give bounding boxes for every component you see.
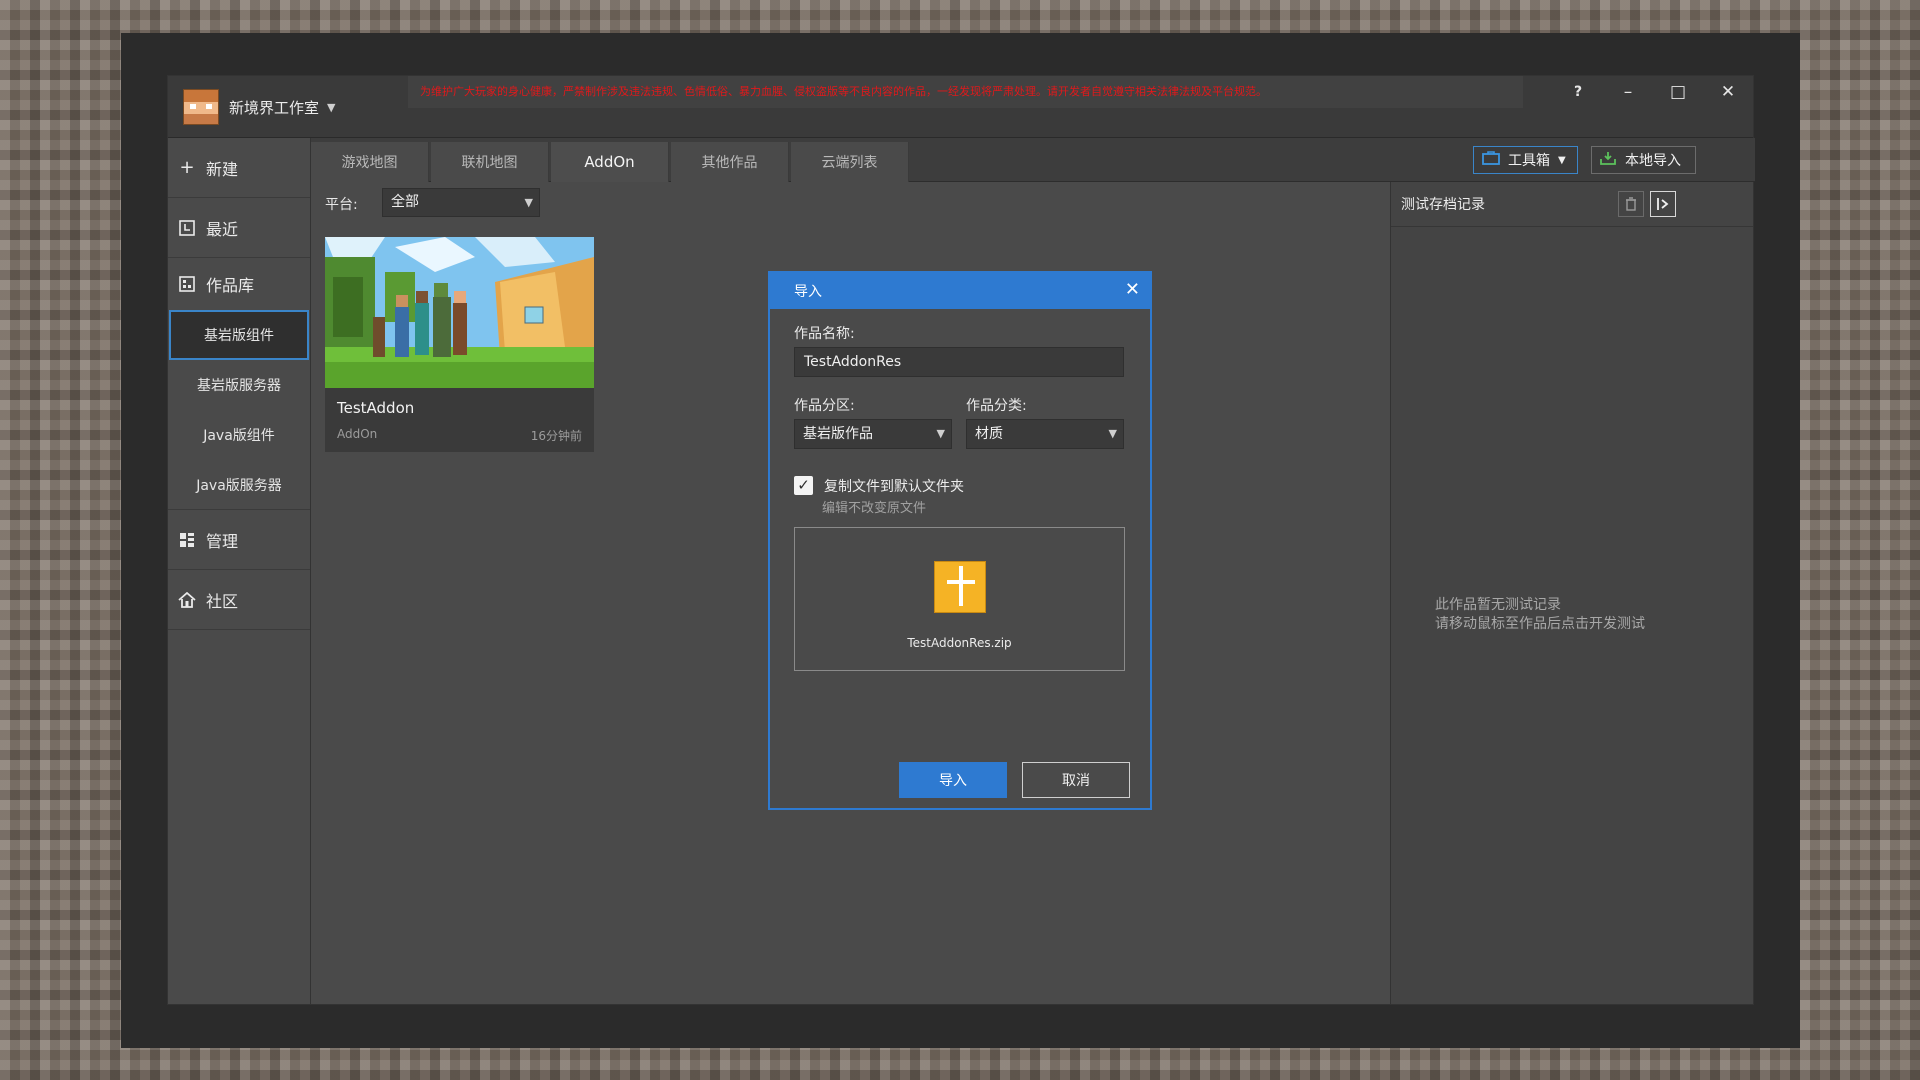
toolbox-button[interactable]: 工具箱 ▼ xyxy=(1473,146,1578,174)
plus-icon: + xyxy=(179,157,195,178)
studio-selector[interactable]: 新境界工作室 ▼ xyxy=(168,76,406,138)
chevron-down-icon: ▼ xyxy=(327,100,336,114)
sidebar-item-label: 最近 xyxy=(206,219,239,239)
dialog-title: 导入 xyxy=(794,284,822,300)
help-button[interactable]: ? xyxy=(1553,76,1603,108)
tab-game-maps[interactable]: 游戏地图 xyxy=(311,142,429,182)
download-icon xyxy=(1600,151,1616,169)
zip-file-icon xyxy=(934,561,986,613)
sidebar-item-label: 管理 xyxy=(206,531,239,551)
checkmark-icon: ✓ xyxy=(797,476,810,494)
chevron-down-icon: ▼ xyxy=(1558,154,1566,166)
chevron-down-icon: ▼ xyxy=(1108,427,1117,440)
tab-cloud-list[interactable]: 云端列表 xyxy=(791,142,909,182)
avatar xyxy=(183,89,219,125)
sidebar-item-new[interactable]: + 新建 xyxy=(168,138,310,198)
sidebar-item-recent[interactable]: 最近 xyxy=(168,198,310,258)
sidebar-item-library[interactable]: 作品库 xyxy=(168,258,310,310)
empty-line-1: 此作品暂无测试记录 xyxy=(1435,597,1561,613)
import-button[interactable]: 导入 xyxy=(899,762,1007,798)
local-import-label: 本地导入 xyxy=(1625,153,1681,169)
maximize-button[interactable]: □ xyxy=(1653,76,1703,108)
platform-filter-label: 平台: xyxy=(325,197,358,213)
work-card[interactable]: TestAddon AddOn 16分钟前 xyxy=(325,237,594,452)
title-bar: 新境界工作室 ▼ 为维护广大玩家的身心健康，严禁制作涉及违法违规、色情低俗、暴力… xyxy=(168,76,1753,138)
chevron-down-icon: ▼ xyxy=(524,196,533,209)
cancel-button[interactable]: 取消 xyxy=(1022,762,1130,798)
test-records-header: 测试存档记录 xyxy=(1391,182,1753,227)
work-zone-value: 基岩版作品 xyxy=(803,426,873,442)
work-name-label: 作品名称: xyxy=(794,326,855,342)
close-button[interactable]: ✕ xyxy=(1703,76,1753,108)
sidebar-subitem-java-addon[interactable]: Java版组件 xyxy=(168,410,310,460)
platform-filter-select[interactable]: 全部 ▼ xyxy=(382,188,540,217)
delete-button[interactable] xyxy=(1618,191,1644,217)
notice-banner: 为维护广大玩家的身心健康，严禁制作涉及违法违规、色情低俗、暴力血腥、侵权盗版等不… xyxy=(408,76,1523,108)
file-drop-zone[interactable]: TestAddonRes.zip xyxy=(794,527,1125,671)
close-icon: ✕ xyxy=(1720,82,1736,102)
sidebar-subitem-bedrock-server[interactable]: 基岩版服务器 xyxy=(168,360,310,410)
library-icon xyxy=(177,274,197,294)
empty-state-text: 此作品暂无测试记录 请移动鼠标至作品后点击开发测试 xyxy=(1435,596,1645,634)
work-zone-label: 作品分区: xyxy=(794,398,855,414)
sidebar-item-label: 社区 xyxy=(206,591,239,611)
tab-bar: 游戏地图 联机地图 AddOn 其他作品 云端列表 工具箱 ▼ 本地导入 xyxy=(311,138,1755,182)
copy-to-default-checkbox[interactable]: ✓ xyxy=(794,476,813,495)
sidebar-subitem-bedrock-addon[interactable]: 基岩版组件 xyxy=(169,310,309,360)
collapse-panel-button[interactable] xyxy=(1650,191,1676,217)
import-dialog: 导入 ✕ 作品名称: TestAddonRes 作品分区: 作品分类: 基岩版作… xyxy=(768,271,1152,810)
dialog-title-bar: 导入 ✕ xyxy=(770,273,1150,309)
sidebar-subitem-java-server[interactable]: Java版服务器 xyxy=(168,460,310,510)
sidebar-item-manage[interactable]: 管理 xyxy=(168,510,310,570)
work-category-select[interactable]: 材质 ▼ xyxy=(966,419,1124,449)
minimize-button[interactable]: – xyxy=(1603,76,1653,108)
work-name-input[interactable]: TestAddonRes xyxy=(794,347,1124,377)
sidebar: + 新建 最近 作品库 基岩版组件 基岩版服务器 Java版组件 Java版服务… xyxy=(168,138,311,1004)
maximize-icon: □ xyxy=(1669,82,1687,102)
minimize-icon: – xyxy=(1623,82,1633,102)
tab-multiplayer-maps[interactable]: 联机地图 xyxy=(431,142,549,182)
sidebar-item-label: 作品库 xyxy=(206,276,255,295)
file-name: TestAddonRes.zip xyxy=(907,636,1012,650)
home-icon xyxy=(177,590,197,610)
work-type: AddOn xyxy=(337,427,378,441)
local-import-button[interactable]: 本地导入 xyxy=(1591,146,1696,174)
work-thumbnail xyxy=(325,237,594,388)
test-records-panel: 测试存档记录 此作品暂无测试记录 请移动鼠标至作品后点击开发测试 xyxy=(1390,182,1753,1004)
copy-to-default-label: 复制文件到默认文件夹 xyxy=(824,479,964,495)
tab-addon[interactable]: AddOn xyxy=(551,142,669,182)
toolbox-icon xyxy=(1482,151,1500,169)
tab-other-works[interactable]: 其他作品 xyxy=(671,142,789,182)
collapse-right-icon xyxy=(1657,198,1669,210)
work-title: TestAddon xyxy=(337,399,415,417)
help-icon: ? xyxy=(1573,84,1583,100)
sidebar-item-label: 新建 xyxy=(206,159,239,179)
copy-to-default-hint: 编辑不改变原文件 xyxy=(822,501,927,516)
platform-filter-value: 全部 xyxy=(391,194,419,210)
clock-icon xyxy=(177,218,197,238)
studio-name: 新境界工作室 xyxy=(229,98,320,117)
chevron-down-icon: ▼ xyxy=(936,427,945,440)
work-time: 16分钟前 xyxy=(530,429,582,443)
work-zone-select[interactable]: 基岩版作品 ▼ xyxy=(794,419,952,449)
grid-icon xyxy=(177,530,197,550)
work-category-value: 材质 xyxy=(975,426,1003,442)
close-icon[interactable]: ✕ xyxy=(1125,279,1140,300)
sidebar-item-community[interactable]: 社区 xyxy=(168,570,310,630)
empty-line-2: 请移动鼠标至作品后点击开发测试 xyxy=(1435,616,1645,632)
window-controls: ? – □ ✕ xyxy=(1553,76,1753,108)
toolbox-label: 工具箱 xyxy=(1508,153,1550,169)
work-category-label: 作品分类: xyxy=(966,398,1027,414)
test-records-title: 测试存档记录 xyxy=(1401,197,1485,213)
trash-icon xyxy=(1626,197,1636,211)
